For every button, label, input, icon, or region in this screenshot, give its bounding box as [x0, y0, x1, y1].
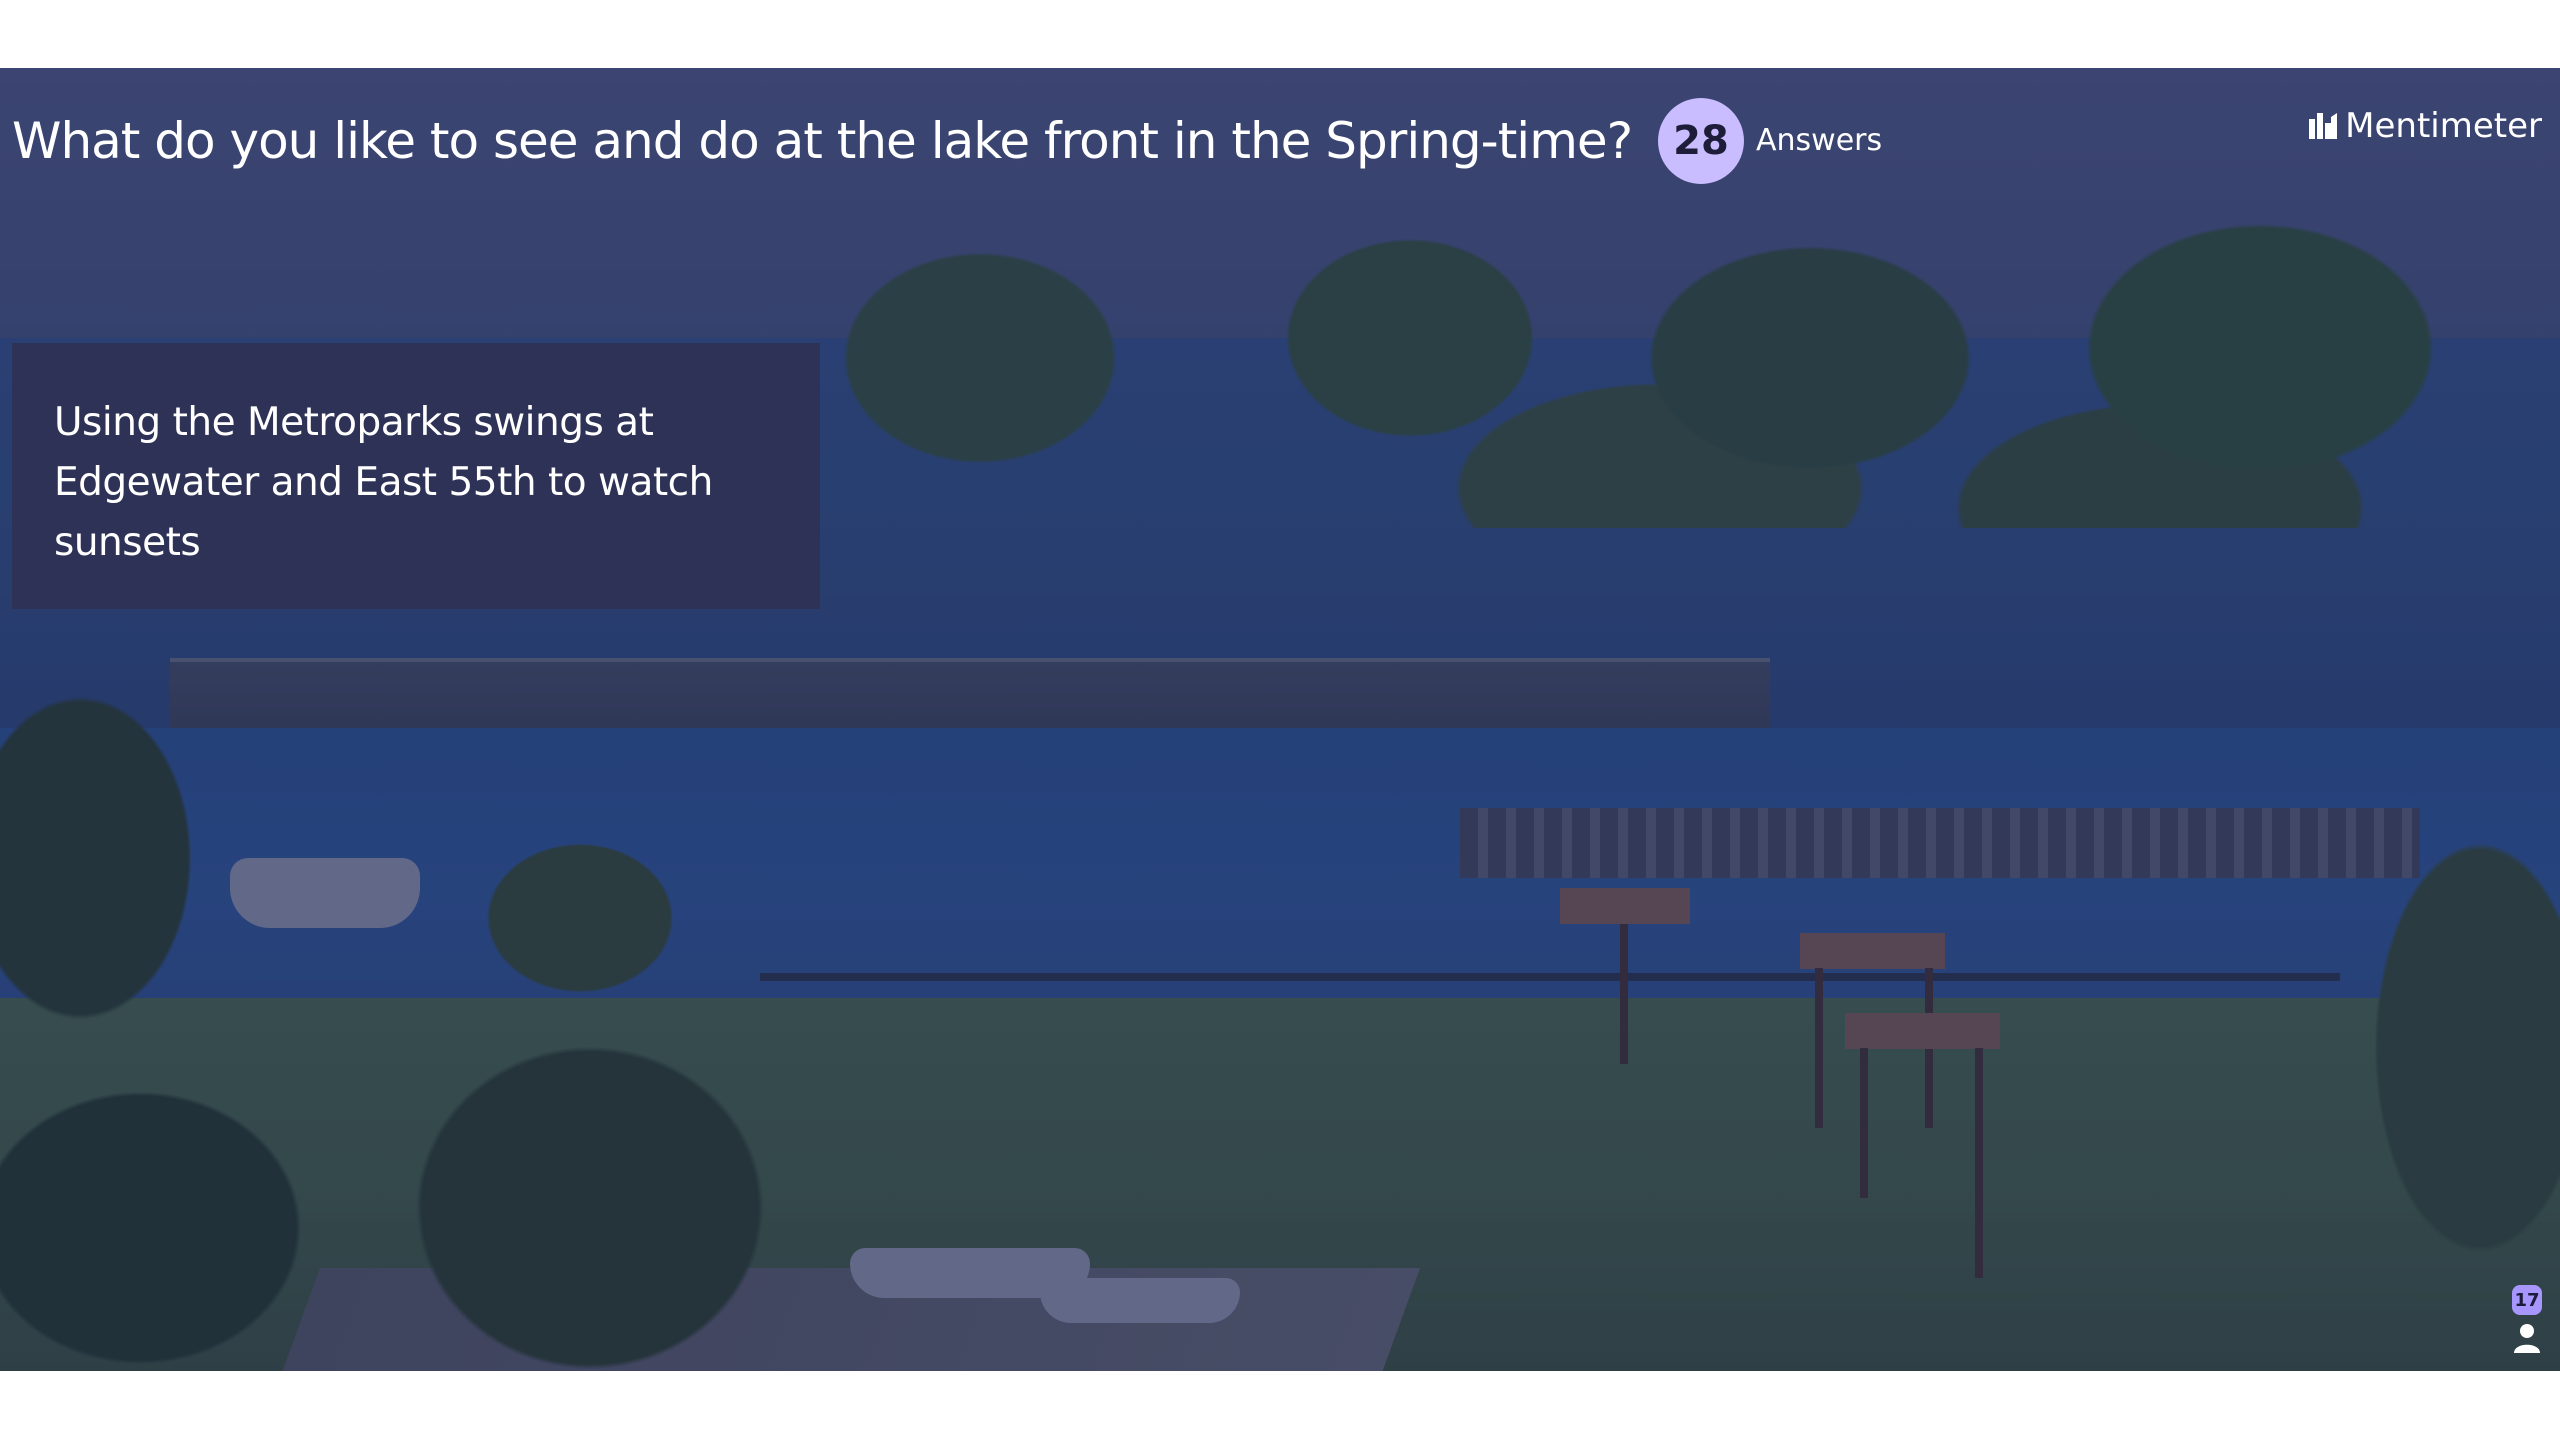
response-text: Using the Metroparks swings at Edgewater… [54, 400, 713, 565]
person-icon [2514, 1324, 2540, 1353]
response-card: Using the Metroparks swings at Edgewater… [12, 343, 820, 609]
participants-indicator[interactable]: 17 [2512, 1285, 2542, 1353]
presentation-slide: What do you like to see and do at the la… [0, 68, 2560, 1371]
brand-logo: Mentimeter [2309, 106, 2542, 146]
question-title: What do you like to see and do at the la… [12, 112, 1633, 170]
brand-name: Mentimeter [2345, 106, 2542, 146]
participant-count-badge: 17 [2512, 1285, 2542, 1315]
answers-label: Answers [1756, 123, 1883, 158]
mentimeter-logo-icon [2309, 113, 2338, 139]
answers-count-badge: 28 [1658, 98, 1744, 184]
